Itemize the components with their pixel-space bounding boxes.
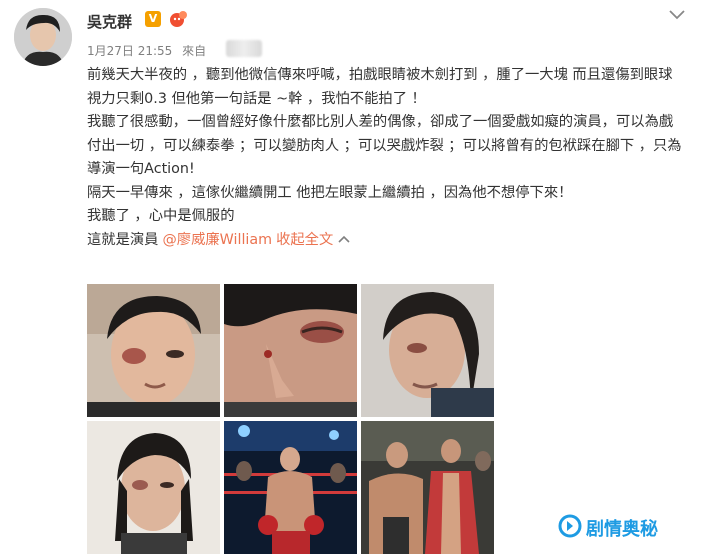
post-paragraph: 隔天一早傳來 ，這傢伙繼續開工 他把左眼蒙上繼續拍 ，因為他不想停下來！ — [87, 184, 573, 201]
mention-link[interactable]: @廖威廉William — [162, 229, 272, 253]
chevron-down-icon[interactable] — [667, 6, 687, 22]
username[interactable]: 吳克群 — [87, 11, 132, 32]
post-last-line: 這就是演員 @廖威廉William 收起全文 — [87, 229, 351, 253]
post-paragraph: 前幾天大半夜的 ，聽到他微信傳來呼喊，拍戲眼睛被木劍打到 ，腫了一大塊 而且還傷… — [87, 67, 673, 107]
watermark: 剧情奥秘 — [558, 514, 658, 542]
chevron-up-icon[interactable] — [337, 229, 351, 253]
post-source-prefix: 來自 — [182, 44, 207, 58]
post-last-text: 這就是演員 — [87, 231, 159, 248]
blurred-source — [226, 40, 262, 57]
photo-long-hair-front[interactable] — [87, 421, 220, 554]
avatar[interactable] — [14, 8, 72, 66]
post-timestamp[interactable]: 1月27日 21:55 — [87, 44, 172, 58]
photo-swollen-eye-selfie[interactable] — [87, 284, 220, 417]
post-body: 前幾天大半夜的 ，聽到他微信傳來呼喊，拍戲眼睛被木劍打到 ，腫了一大塊 而且還傷… — [87, 64, 687, 252]
verified-icon: V — [145, 11, 161, 27]
member-icon — [168, 10, 188, 28]
photo-eye-closeup[interactable] — [224, 284, 357, 417]
collapse-link[interactable]: 收起全文 — [276, 229, 333, 253]
photo-costume-side[interactable] — [361, 284, 494, 417]
post-meta: 1月27日 21:55 來自 — [87, 42, 206, 59]
watermark-text: 剧情奥秘 — [586, 519, 658, 540]
watermark-logo-icon — [558, 514, 582, 542]
photo-boxing-ring[interactable] — [224, 421, 357, 554]
photo-muscular-scene[interactable] — [361, 421, 494, 554]
post-paragraph: 我聽了很感動，一個曾經好像什麼都比別人差的偶像，卻成了一個愛戲如癡的演員，可以為… — [87, 114, 682, 177]
post-paragraph: 我聽了 ，心中是佩服的 — [87, 208, 235, 224]
